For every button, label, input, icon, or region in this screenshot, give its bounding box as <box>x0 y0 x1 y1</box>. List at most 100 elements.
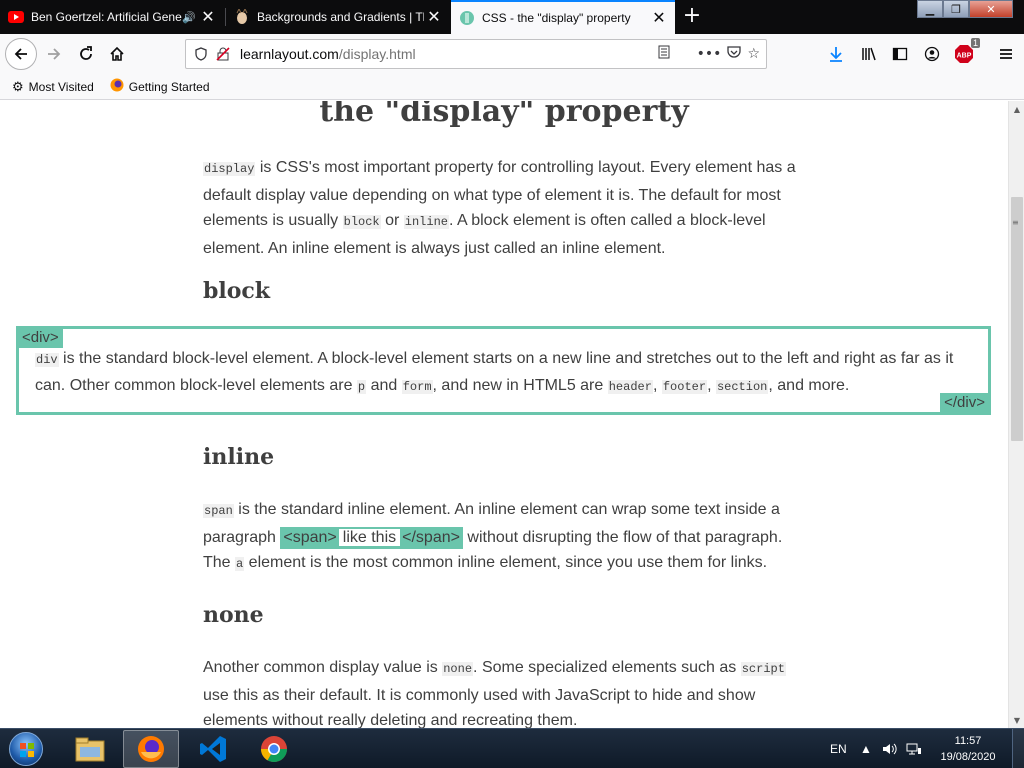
vertical-scrollbar[interactable]: ▲ ≡ ▼ <box>1008 101 1024 728</box>
forward-button[interactable] <box>40 40 68 68</box>
gear-icon: ⚙ <box>12 78 24 94</box>
taskbar-chrome[interactable] <box>246 730 302 768</box>
close-window-button[interactable]: ✕ <box>969 0 1013 18</box>
tab-css-display[interactable]: CSS - the "display" property ✕ <box>451 0 675 34</box>
tray-overflow-icon[interactable]: ▲ <box>860 729 872 768</box>
tab-ben-goertzel[interactable]: Ben Goertzel: Artificial General 🔊 ✕ <box>0 0 224 34</box>
taskbar-file-explorer[interactable] <box>62 730 118 768</box>
text: and <box>366 377 402 394</box>
system-clock[interactable]: 11:57 19/08/2020 <box>930 733 1006 765</box>
block-paragraph: div is the standard block-level element.… <box>35 346 965 400</box>
page-title: the "display" property <box>319 101 689 129</box>
code-none: none <box>442 662 474 676</box>
code-form: form <box>401 380 433 394</box>
download-icon <box>830 47 842 62</box>
scroll-up-arrow-icon[interactable]: ▲ <box>1009 101 1024 117</box>
maximize-button[interactable]: ❐ <box>943 0 969 18</box>
div-example-box: <div> div is the standard block-level el… <box>16 326 991 415</box>
close-tab-icon[interactable]: ✕ <box>649 8 669 28</box>
inline-paragraph: span is the standard inline element. An … <box>203 497 807 578</box>
bookmark-label: Most Visited <box>28 79 94 94</box>
code-p: p <box>356 380 367 394</box>
text: use this as their default. It is commonl… <box>203 686 756 729</box>
code-block: block <box>342 215 381 229</box>
show-desktop-button[interactable] <box>1012 729 1024 768</box>
downloads-button[interactable] <box>822 40 850 68</box>
arrow-right-icon <box>48 48 61 60</box>
taskbar-firefox[interactable] <box>123 730 179 768</box>
windows-taskbar: EN ▲ 11:57 19/08/2020 <box>0 728 1024 768</box>
bookmark-getting-started[interactable]: Getting Started <box>110 78 210 95</box>
close-tab-icon[interactable]: ✕ <box>198 7 218 27</box>
tab-title: Ben Goertzel: Artificial General <box>31 10 183 24</box>
span-example-text: like this <box>338 528 401 546</box>
home-button[interactable] <box>103 40 131 68</box>
sidebar-button[interactable] <box>886 40 914 68</box>
code-a: a <box>235 557 245 571</box>
new-tab-button[interactable]: + <box>680 3 704 31</box>
tab-title: Backgrounds and Gradients | Th <box>257 10 424 24</box>
code-span: span <box>203 504 234 518</box>
code-div: div <box>35 353 59 367</box>
reader-view-icon[interactable] <box>657 45 671 63</box>
text: . Some specialized elements such as <box>473 659 741 676</box>
learnlayout-icon <box>459 10 475 26</box>
text: , <box>652 377 662 394</box>
speaker-icon[interactable]: 🔊 <box>182 11 196 24</box>
text: Another common display value is <box>203 659 443 676</box>
page-actions-icon[interactable]: ••• <box>697 46 722 62</box>
intro-paragraph: display is CSS's most important property… <box>203 155 807 261</box>
back-button[interactable] <box>5 38 37 70</box>
sidebar-icon <box>892 47 908 61</box>
bookmark-star-icon[interactable]: ☆ <box>747 46 760 62</box>
code-section: section <box>715 380 769 394</box>
network-icon[interactable] <box>906 729 922 768</box>
clock-date: 19/08/2020 <box>940 751 996 763</box>
text: or <box>380 212 404 229</box>
bookmark-label: Getting Started <box>128 79 210 94</box>
none-paragraph: Another common display value is none. So… <box>203 655 807 728</box>
youtube-icon <box>8 9 24 25</box>
span-example: <span> like this </span> <box>280 526 463 549</box>
abp-count-badge: 1 <box>970 38 980 48</box>
navigation-toolbar: learnlayout.com/display.html ••• ☆ ABP 1 <box>0 34 1024 74</box>
bookmarks-toolbar: ⚙ Most Visited Getting Started <box>0 74 1024 100</box>
start-button[interactable] <box>4 730 48 768</box>
url-bar[interactable]: learnlayout.com/display.html ••• ☆ <box>185 39 767 69</box>
code-script: script <box>740 662 786 676</box>
windows-logo-icon <box>9 732 43 766</box>
url-text[interactable]: learnlayout.com/display.html <box>240 46 657 62</box>
svg-text:ABP: ABP <box>957 53 972 60</box>
reload-button[interactable] <box>72 40 100 68</box>
vscode-icon <box>200 736 226 762</box>
reload-icon <box>80 46 92 60</box>
shield-icon[interactable] <box>190 43 212 65</box>
pocket-icon[interactable] <box>727 45 742 63</box>
volume-icon[interactable] <box>882 729 898 768</box>
heading-inline: inline <box>203 444 275 470</box>
menu-button[interactable] <box>992 40 1020 68</box>
scrollbar-thumb[interactable] <box>1011 197 1023 441</box>
span-close-tag: </span> <box>402 528 460 546</box>
taskbar-vscode[interactable] <box>185 730 241 768</box>
tab-backgrounds[interactable]: Backgrounds and Gradients | Th ✕ <box>226 0 450 34</box>
clock-time: 11:57 <box>954 735 982 747</box>
code-inline: inline <box>403 215 449 229</box>
minimize-button[interactable]: ▁ <box>917 0 943 18</box>
text: element is the most common inline elemen… <box>244 554 768 571</box>
bookmark-most-visited[interactable]: ⚙ Most Visited <box>12 79 94 95</box>
text: , and more. <box>768 377 850 394</box>
account-icon <box>924 46 940 62</box>
grip-icon: ≡ <box>1012 218 1019 227</box>
code-header: header <box>607 380 653 394</box>
tab-strip: Ben Goertzel: Artificial General 🔊 ✕ Bac… <box>0 0 1024 34</box>
account-button[interactable] <box>918 40 946 68</box>
scroll-down-arrow-icon[interactable]: ▼ <box>1009 712 1024 728</box>
adblock-plus-button[interactable]: ABP 1 <box>950 38 980 68</box>
language-indicator[interactable]: EN <box>830 729 847 768</box>
heading-none: none <box>203 602 264 628</box>
url-path: /display.html <box>338 46 416 62</box>
insecure-lock-icon[interactable] <box>212 43 234 65</box>
library-button[interactable] <box>855 40 883 68</box>
close-tab-icon[interactable]: ✕ <box>424 7 444 27</box>
